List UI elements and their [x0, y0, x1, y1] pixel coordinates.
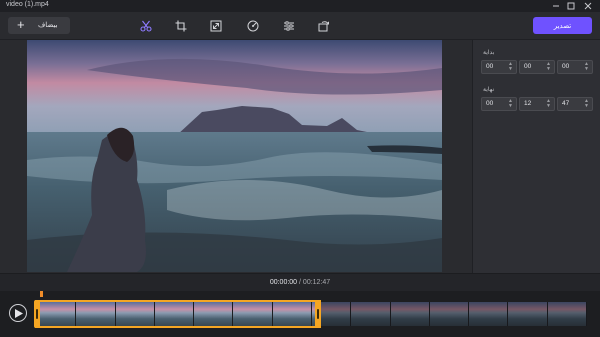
close-icon[interactable] [580, 0, 596, 12]
start-hours-field[interactable]: 00 ▲ ▼ [481, 60, 517, 74]
end-minutes-value: 12 [524, 100, 532, 107]
playhead[interactable] [40, 291, 43, 297]
timeline[interactable] [0, 291, 600, 337]
start-minutes-field[interactable]: 00 ▲ ▼ [519, 60, 555, 74]
start-hours-value: 00 [486, 63, 494, 70]
export-button[interactable]: تصدير [533, 17, 592, 34]
trim-selection[interactable] [35, 300, 321, 328]
end-seconds-field[interactable]: 47 ▲ ▼ [557, 97, 593, 111]
start-minutes-value: 00 [524, 63, 532, 70]
spinner-icon[interactable]: ▲ ▼ [546, 99, 551, 109]
timecode: 00:00:00 / 00:12:47 [0, 279, 600, 286]
trim-start-handle[interactable] [34, 300, 40, 328]
resize-icon[interactable] [208, 18, 224, 34]
spinner-icon[interactable]: ▲ ▼ [584, 62, 589, 72]
start-time-label: بداية [483, 50, 495, 56]
add-file-button[interactable]: + بيضاف [8, 17, 70, 34]
total-time: 00:12:47 [302, 279, 331, 286]
adjust-icon[interactable] [281, 18, 297, 34]
video-frame-image [27, 40, 442, 272]
crop-icon[interactable] [173, 18, 189, 34]
title-bar: video (1).mp4 [0, 0, 600, 12]
trim-panel: بداية 00 ▲ ▼ 00 ▲ ▼ 00 ▲ ▼ نهاية 00 ▲ ▼ 12 ▲… [472, 40, 600, 273]
end-time-label: نهاية [483, 87, 495, 93]
trim-end-handle[interactable] [315, 300, 321, 328]
spinner-icon[interactable]: ▲ ▼ [508, 99, 513, 109]
minimize-icon[interactable] [548, 0, 564, 12]
end-hours-field[interactable]: 00 ▲ ▼ [481, 97, 517, 111]
play-button[interactable] [9, 304, 27, 322]
spinner-icon[interactable]: ▲ ▼ [584, 99, 589, 109]
speed-icon[interactable] [245, 18, 261, 34]
start-seconds-field[interactable]: 00 ▲ ▼ [557, 60, 593, 74]
maximize-icon[interactable] [563, 0, 579, 12]
rotate-icon[interactable] [316, 18, 332, 34]
preview-area [0, 40, 472, 273]
scissors-icon[interactable] [138, 18, 154, 34]
end-hours-value: 00 [486, 100, 494, 107]
unselected-region [318, 302, 587, 326]
spinner-icon[interactable]: ▲ ▼ [508, 62, 513, 72]
play-icon [15, 309, 23, 318]
end-seconds-value: 47 [562, 100, 570, 107]
current-time: 00:00:00 [269, 279, 298, 286]
spinner-icon[interactable]: ▲ ▼ [546, 62, 551, 72]
toolbar: + بيضاف تصدير [0, 12, 600, 40]
end-minutes-field[interactable]: 12 ▲ ▼ [519, 97, 555, 111]
video-preview[interactable] [27, 40, 442, 272]
window-title: video (1).mp4 [6, 1, 49, 8]
start-seconds-value: 00 [562, 63, 570, 70]
plus-icon: + [17, 17, 25, 32]
time-bar: 00:00:00 / 00:12:47 [0, 273, 600, 292]
add-file-label: بيضاف [38, 22, 58, 29]
